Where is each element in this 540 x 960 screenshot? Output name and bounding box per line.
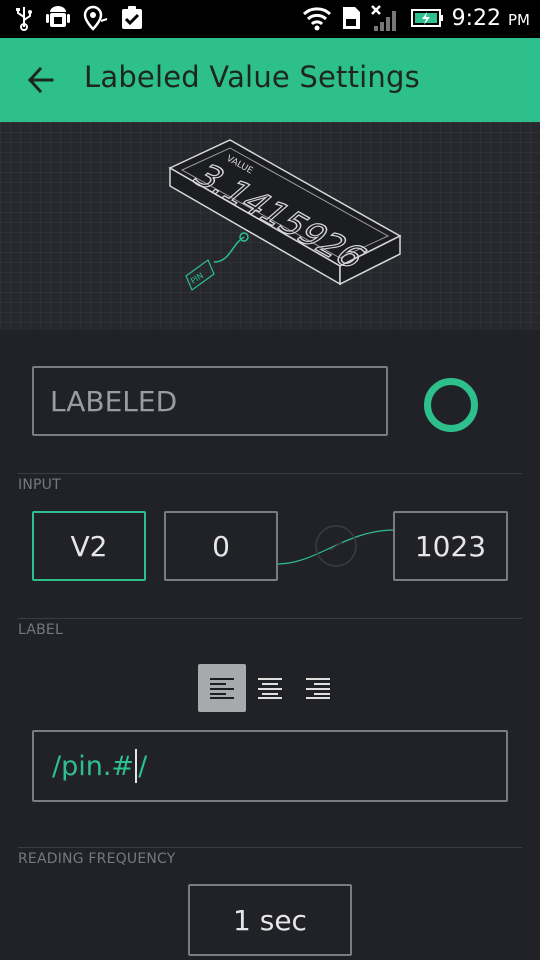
mapping-connector (277, 525, 395, 567)
location-icon (83, 5, 108, 31)
back-arrow-icon (27, 66, 54, 94)
usb-icon (16, 7, 32, 31)
align-right-icon (306, 678, 330, 699)
clock-time: 9:22 (451, 5, 501, 31)
preview-pin-label: PIN (189, 271, 205, 286)
sd-card-icon (342, 7, 360, 29)
divider (18, 473, 522, 474)
android-debug-icon (46, 6, 70, 27)
align-center-icon (258, 678, 282, 699)
widget-color-picker[interactable] (424, 378, 478, 432)
clipboard-check-icon (122, 6, 142, 29)
clock-ampm: PM (508, 10, 530, 29)
reading-frequency-selector[interactable]: 1 sec (188, 884, 352, 956)
label-section-label: LABEL (18, 622, 63, 638)
align-left-button[interactable] (198, 664, 246, 712)
divider (18, 618, 522, 619)
app-bar: Labeled Value Settings (0, 38, 540, 122)
clock: 9:22 PM (452, 6, 530, 31)
back-button[interactable] (24, 64, 60, 96)
battery-charging-icon (410, 9, 443, 27)
status-bar: 9:22 PM (0, 0, 540, 38)
page-title: Labeled Value Settings (84, 60, 420, 94)
pin-selector[interactable]: V2 (32, 511, 146, 581)
text-cursor (135, 749, 138, 783)
label-format-input[interactable]: /pin.# / (32, 730, 508, 802)
no-signal-icon (370, 5, 396, 31)
align-center-button[interactable] (246, 664, 294, 712)
label-format-text-tail: / (138, 750, 148, 782)
min-value-input[interactable]: 0 (164, 511, 278, 581)
alignment-selector (198, 664, 342, 712)
align-right-button[interactable] (294, 664, 342, 712)
widget-illustration: VALUE 3.1415926 PIN (168, 139, 402, 291)
widget-preview: VALUE 3.1415926 PIN (0, 122, 540, 330)
label-format-text: /pin.# (52, 750, 135, 782)
frequency-section-label: READING FREQUENCY (18, 851, 176, 867)
wifi-icon (302, 7, 331, 31)
align-left-icon (210, 678, 234, 699)
max-value-input[interactable]: 1023 (393, 511, 508, 581)
widget-name-input[interactable]: LABELED (32, 366, 388, 436)
input-section-label: INPUT (18, 477, 61, 493)
divider (18, 847, 522, 848)
